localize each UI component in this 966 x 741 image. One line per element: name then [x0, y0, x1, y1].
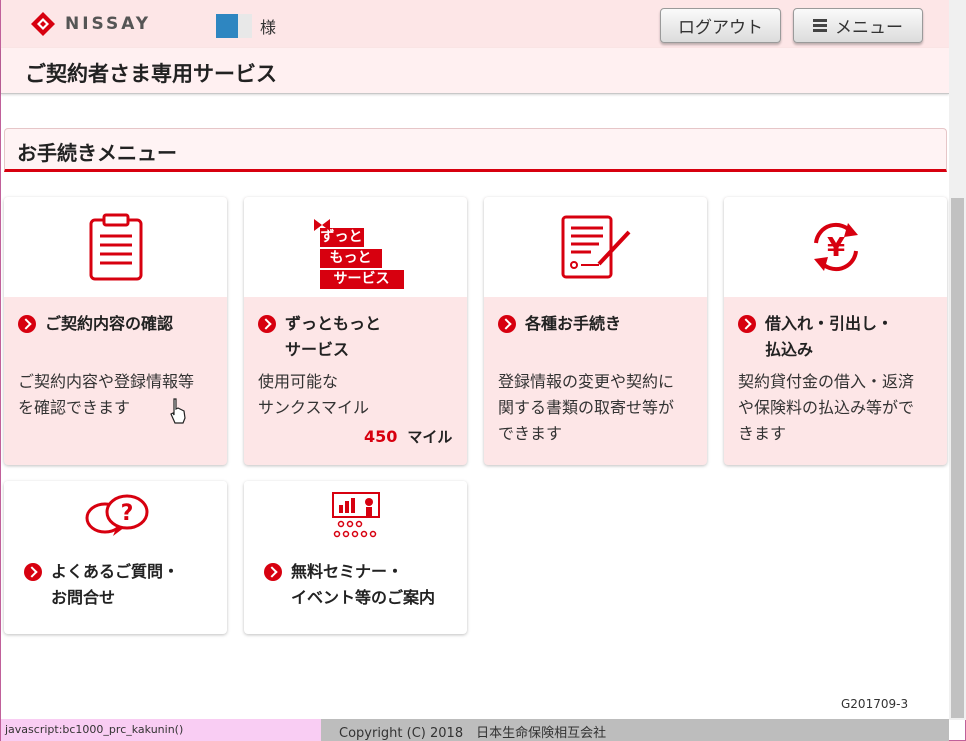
card-description-line: 契約貸付金の借入・返済 — [738, 372, 915, 391]
card-title: ずっともっと サービス — [258, 311, 381, 363]
card-description-line: ご契約内容や登録情報等 — [18, 372, 195, 391]
chevron-right-circle-icon — [498, 315, 516, 333]
footer: javascript:bc1000_prc_kakunin() Copyrigh… — [1, 719, 949, 741]
hand-cursor-icon — [170, 398, 186, 424]
card-title-text: ずっともっと サービス — [285, 311, 381, 363]
miles-unit: マイル — [407, 428, 453, 446]
ribbon-icon — [313, 219, 330, 231]
menu-button-label: メニュー — [835, 18, 903, 38]
chevron-right-circle-icon — [264, 563, 282, 581]
top-bar: NISSAY 様 ログアウト メニュー — [1, 0, 949, 48]
card-title: よくあるご質問・ お問合せ — [24, 559, 179, 611]
card-icon-area: ¥ — [724, 197, 947, 297]
card-description-line: サンクスマイル — [258, 398, 370, 417]
card-title-line: お問合せ — [51, 588, 116, 607]
seminar-icon — [331, 492, 380, 538]
miles-value: 450 — [364, 427, 398, 446]
chevron-right-circle-icon — [18, 315, 36, 333]
card-title-line: 無料セミナー・ — [291, 562, 404, 581]
question-bubbles-icon: ? — [85, 494, 148, 536]
card-faq-contact[interactable]: ? よくあるご質問・ お問合せ — [4, 481, 227, 634]
card-description-line: 登録情報の変更や契約に — [498, 372, 675, 391]
card-free-seminar[interactable]: 無料セミナー・ イベント等のご案内 — [244, 481, 467, 634]
scrollbar-thumb[interactable] — [951, 198, 964, 718]
card-loan-withdraw-payment[interactable]: ¥ 借入れ・引出し・ 払込み 契約貸付金の借入・返済 や保険料の払込み等がで き… — [724, 197, 947, 465]
card-zuttomotto-service[interactable]: ずっと もっと サービス ずっともっと サービス 使用可能な サンクスマイル 4… — [244, 197, 467, 465]
card-icon-area: ずっと もっと サービス — [244, 197, 467, 297]
card-description-line: 関する書類の取寄せ等が — [498, 398, 675, 417]
card-title-line: サービス — [285, 340, 350, 359]
card-description-line: できます — [498, 424, 563, 443]
menu-button[interactable]: メニュー — [793, 8, 923, 43]
card-title: ご契約内容の確認 — [18, 311, 173, 337]
card-title-text: 各種お手続き — [525, 314, 622, 333]
yen-exchange-icon: ¥ — [813, 222, 858, 272]
card-title: 借入れ・引出し・ 払込み — [738, 311, 893, 363]
logout-button[interactable]: ログアウト — [660, 8, 781, 43]
card-icon-area — [244, 481, 467, 551]
card-title-line: 払込み — [765, 340, 814, 359]
card-title-text: 無料セミナー・ イベント等のご案内 — [291, 559, 435, 611]
card-title-text: 借入れ・引出し・ 払込み — [765, 311, 893, 363]
card-title-line: よくあるご質問・ — [51, 562, 180, 581]
service-bar: ご契約者さま専用サービス — [1, 48, 949, 94]
card-title-line: イベント等のご案内 — [291, 588, 436, 607]
document-pen-icon — [561, 215, 630, 279]
card-title: 無料セミナー・ イベント等のご案内 — [264, 559, 435, 611]
thanks-miles: 450 マイル — [364, 426, 452, 447]
card-description: 契約貸付金の借入・返済 や保険料の払込み等がで きます — [738, 369, 914, 447]
user-honorific: 様 — [260, 18, 277, 37]
chevron-right-circle-icon — [258, 315, 276, 333]
card-title-text: よくあるご質問・ お問合せ — [51, 559, 179, 611]
card-description-line: や保険料の払込み等がで — [738, 398, 915, 417]
service-title: ご契約者さま専用サービス — [25, 62, 277, 86]
card-title-line: ずっともっと — [285, 314, 382, 333]
card-description-line: きます — [738, 424, 787, 443]
card-description: ご契約内容や登録情報等 を確認できます — [18, 369, 194, 421]
copyright: Copyright (C) 2018 日本生命保険相互会社 — [339, 726, 607, 741]
card-title-text: ご契約内容の確認 — [45, 314, 174, 333]
card-icon-area — [484, 197, 707, 297]
card-title: 各種お手続き — [498, 311, 621, 337]
chevron-right-circle-icon — [24, 563, 42, 581]
card-description-line: 使用可能な — [258, 372, 339, 391]
logo-text-line: サービス — [319, 270, 404, 289]
svg-text:¥: ¥ — [826, 233, 844, 263]
user-name-masked — [216, 14, 252, 38]
svg-text:?: ? — [120, 501, 133, 526]
section-header: お手続きメニュー — [4, 128, 947, 172]
card-procedures[interactable]: 各種お手続き 登録情報の変更や契約に 関する書類の取寄せ等が できます — [484, 197, 707, 465]
nissay-logo-icon — [31, 12, 55, 36]
section-title: お手続きメニュー — [17, 141, 177, 165]
card-title-line: 借入れ・引出し・ — [765, 314, 894, 333]
nissay-logo[interactable]: NISSAY — [31, 12, 151, 36]
card-description-line: を確認できます — [18, 398, 131, 417]
hamburger-icon — [813, 17, 827, 34]
logo-text-line: もっと — [319, 249, 382, 268]
card-description: 登録情報の変更や契約に 関する書類の取寄せ等が できます — [498, 369, 674, 447]
card-contract-confirm[interactable]: ご契約内容の確認 ご契約内容や登録情報等 を確認できます — [4, 197, 227, 465]
chevron-right-circle-icon — [738, 315, 756, 333]
page-code: G201709-3 — [841, 697, 909, 711]
clipboard-icon — [89, 213, 142, 281]
scrollbar[interactable] — [949, 0, 966, 720]
zuttomotto-logo-icon: ずっと もっと サービス — [308, 212, 404, 289]
brand-name: NISSAY — [65, 14, 152, 34]
status-bar-url: javascript:bc1000_prc_kakunin() — [1, 719, 321, 741]
card-icon-area: ? — [4, 481, 227, 551]
user-info: 様 — [216, 14, 276, 38]
card-description: 使用可能な サンクスマイル — [258, 369, 369, 421]
card-icon-area — [4, 197, 227, 297]
